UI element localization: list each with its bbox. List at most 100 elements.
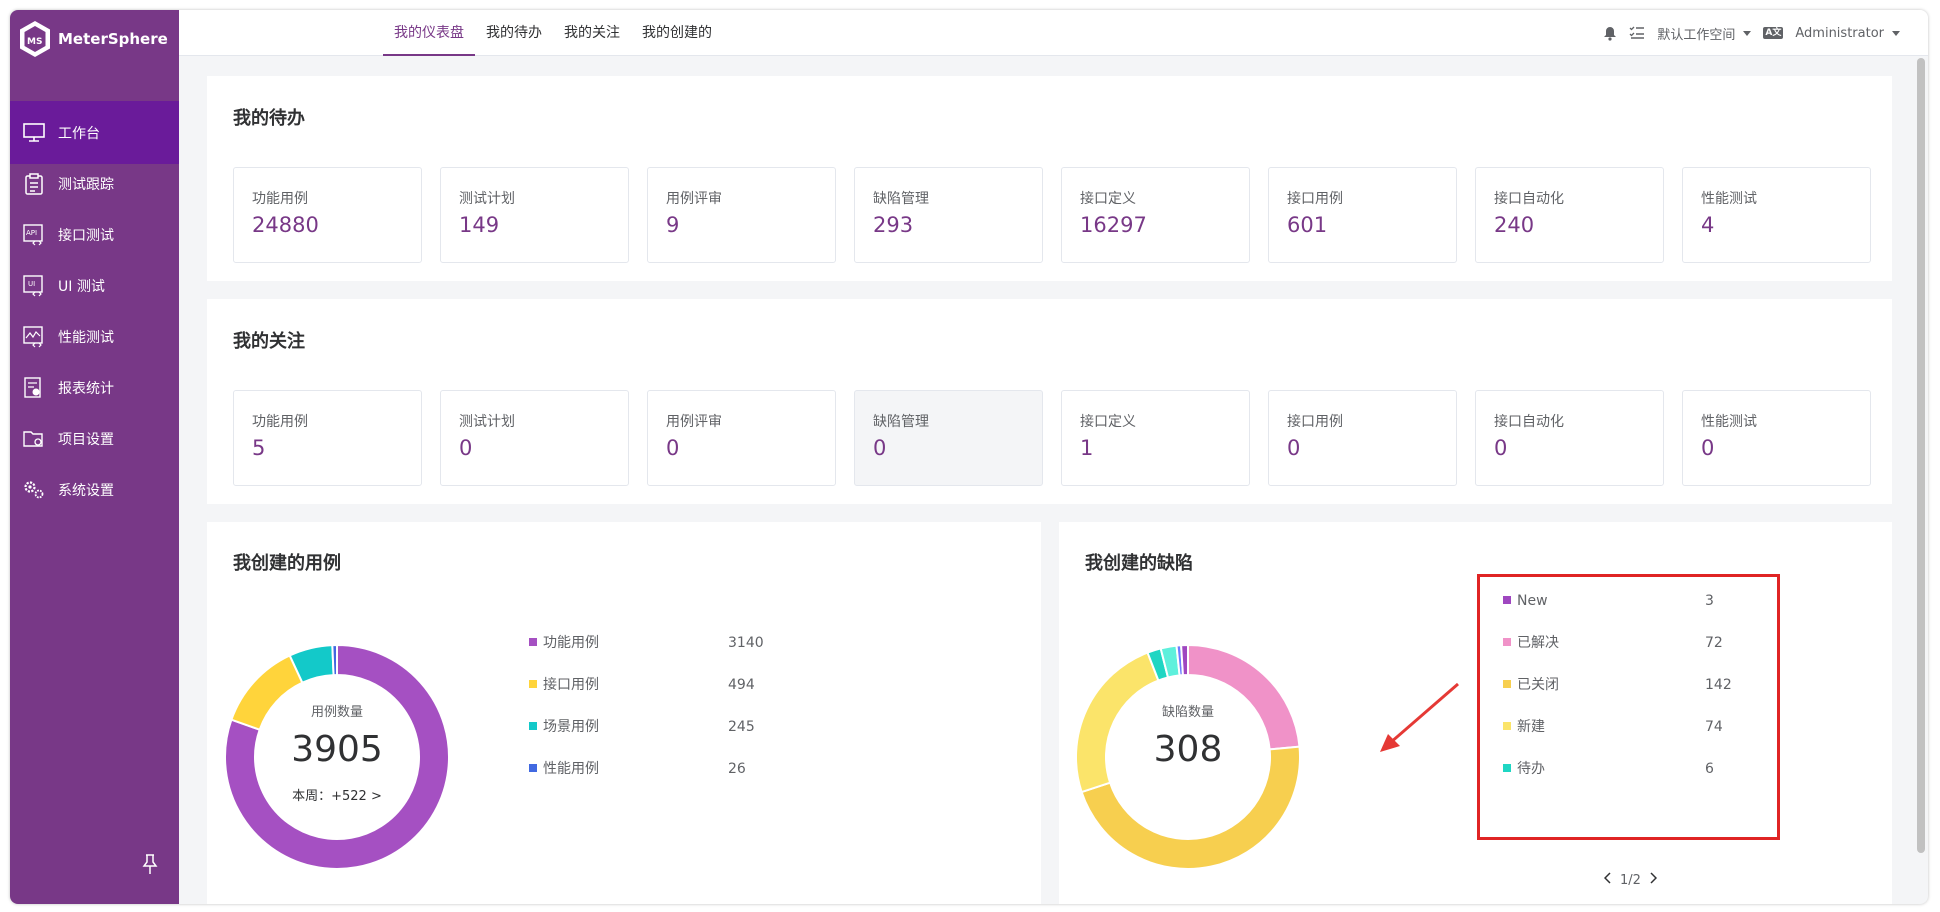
follow-card-list: 功能用例 5 测试计划 0 用例评审 0 缺陷管理 0 接口定义 1 接口用例 0 接口自动化 0 性能测试… <box>233 390 1871 486</box>
stat-card-label: 测试计划 <box>459 191 515 207</box>
stat-card[interactable]: 缺陷管理 293 <box>854 167 1043 263</box>
stat-card-value: 0 <box>873 436 887 460</box>
donut-total-value: 308 <box>1154 729 1223 770</box>
stat-card-value: 0 <box>666 436 680 460</box>
stat-card[interactable]: 性能测试 4 <box>1682 167 1871 263</box>
stat-card[interactable]: 用例评审 9 <box>647 167 836 263</box>
sidebar-item-label: 工作台 <box>58 125 100 142</box>
sidebar-item-label: 性能测试 <box>58 329 114 346</box>
monitor-icon <box>22 121 46 145</box>
stat-card-value: 0 <box>1287 436 1301 460</box>
stat-card[interactable]: 接口用例 0 <box>1268 390 1457 486</box>
legend-value: 3140 <box>728 635 764 651</box>
performance-icon <box>22 325 46 349</box>
pie-slice[interactable] <box>1075 651 1160 794</box>
stat-card[interactable]: 接口自动化 240 <box>1475 167 1664 263</box>
stat-card-label: 缺陷管理 <box>873 191 929 207</box>
donut-center-label: 缺陷数量 <box>1162 705 1214 720</box>
task-list-icon[interactable] <box>1629 26 1645 40</box>
stat-card[interactable]: 缺陷管理 0 <box>854 390 1043 486</box>
stat-card[interactable]: 接口自动化 0 <box>1475 390 1664 486</box>
legend-swatch <box>529 722 537 730</box>
sidebar-item-label: 系统设置 <box>58 482 114 499</box>
highlight-box <box>1477 574 1780 840</box>
tab-my-todo[interactable]: 我的待办 <box>475 10 553 56</box>
todo-title: 我的待办 <box>233 108 305 129</box>
stat-card[interactable]: 测试计划 149 <box>440 167 629 263</box>
stat-card[interactable]: 接口定义 16297 <box>1061 167 1250 263</box>
user-name: Administrator <box>1795 25 1884 41</box>
workspace-name: 默认工作空间 <box>1657 27 1736 43</box>
stat-card-label: 接口用例 <box>1287 414 1343 430</box>
cases-donut-chart: 用例数量 3905 本周：+522 > 功能用例 3140 接口用例 494 场景用例 245 性… <box>224 635 764 870</box>
stat-card[interactable]: 用例评审 0 <box>647 390 836 486</box>
sidebar-item-label: 接口测试 <box>58 227 114 244</box>
legend-label: 场景用例 <box>543 719 599 735</box>
stat-card-label: 接口定义 <box>1080 414 1136 430</box>
stat-card-label: 功能用例 <box>252 414 308 430</box>
legend-swatch <box>529 638 537 646</box>
top-bar: 我的仪表盘 我的待办 我的关注 我的创建的 默认工作空间 A文 Administ… <box>179 10 1928 56</box>
language-switch-icon[interactable]: A文 <box>1763 27 1784 39</box>
annotation-arrow-icon <box>1380 682 1459 752</box>
stat-card-label: 性能测试 <box>1701 414 1757 430</box>
vertical-scrollbar[interactable] <box>1917 58 1925 853</box>
weekly-increase-link: 本周：+522 > <box>292 789 382 804</box>
pie-slice[interactable] <box>230 654 304 731</box>
sidebar-item-label: UI 测试 <box>58 278 105 295</box>
app-logo[interactable]: MS MeterSphere <box>18 16 168 62</box>
stat-card-value: 293 <box>873 213 914 237</box>
dashboard-tabs: 我的仪表盘 我的待办 我的关注 我的创建的 <box>383 10 723 56</box>
stat-card-label: 接口自动化 <box>1494 191 1564 207</box>
stat-card-value: 0 <box>459 436 473 460</box>
ui-icon: UI <box>22 274 46 298</box>
app-window: MS MeterSphere 工作台 测试跟踪 API 接口测试 UI UI 测… <box>10 10 1928 904</box>
stat-card[interactable]: 功能用例 24880 <box>233 167 422 263</box>
tab-my-created[interactable]: 我的创建的 <box>631 10 723 56</box>
stat-card[interactable]: 功能用例 5 <box>233 390 422 486</box>
svg-text:API: API <box>26 229 37 237</box>
pin-icon[interactable] <box>140 853 160 875</box>
stat-card-label: 接口定义 <box>1080 191 1136 207</box>
workspace-selector[interactable]: 默认工作空间 <box>1657 24 1752 43</box>
stat-card-label: 性能测试 <box>1701 191 1757 207</box>
chevron-right-icon[interactable] <box>1649 872 1657 888</box>
stat-card-label: 测试计划 <box>459 414 515 430</box>
chevron-down-icon <box>1892 30 1900 36</box>
user-menu[interactable]: Administrator <box>1795 26 1900 41</box>
pie-slice[interactable] <box>331 643 338 677</box>
legend-pager: 1/2 <box>1603 872 1657 888</box>
metersphere-logo-icon: MS <box>20 21 50 57</box>
app-name: MeterSphere <box>58 30 168 48</box>
tab-my-dashboard[interactable]: 我的仪表盘 <box>383 10 475 56</box>
stat-card[interactable]: 测试计划 0 <box>440 390 629 486</box>
donut-center-label: 用例数量 <box>311 705 363 720</box>
stat-card-label: 用例评审 <box>666 414 722 430</box>
sidebar-item-label: 项目设置 <box>58 431 114 448</box>
chevron-left-icon[interactable] <box>1603 872 1612 888</box>
clipboard-icon <box>22 172 46 196</box>
stat-card-value: 1 <box>1080 436 1094 460</box>
stat-card[interactable]: 接口定义 1 <box>1061 390 1250 486</box>
stat-card-value: 0 <box>1494 436 1508 460</box>
stat-card-label: 接口用例 <box>1287 191 1343 207</box>
tab-my-follow[interactable]: 我的关注 <box>553 10 631 56</box>
stat-card[interactable]: 性能测试 0 <box>1682 390 1871 486</box>
stat-card-label: 接口自动化 <box>1494 414 1564 430</box>
donut-total-value: 3905 <box>291 729 383 770</box>
follow-panel: 我的关注 功能用例 5 测试计划 0 用例评审 0 缺陷管理 0 接口定义 1 接口用例 0 接口自动化… <box>207 299 1892 504</box>
notification-bell-icon[interactable] <box>1603 26 1617 41</box>
sidebar-item-system-settings[interactable]: 系统设置 <box>10 458 179 521</box>
stat-card-label: 缺陷管理 <box>873 414 929 430</box>
top-right-tools: 默认工作空间 A文 Administrator <box>1603 10 1928 56</box>
cases-chart-panel: 我创建的用例 用例数量 3905 本周：+522 > 功能用例 3140 接口用例 494 场… <box>207 522 1041 904</box>
stat-card-value: 240 <box>1494 213 1535 237</box>
stat-card-value: 0 <box>1701 436 1715 460</box>
pie-slice[interactable] <box>1180 643 1189 677</box>
legend-value: 245 <box>728 719 755 735</box>
legend-label: 性能用例 <box>543 761 599 777</box>
legend-swatch <box>529 680 537 688</box>
stat-card-label: 功能用例 <box>252 191 308 207</box>
stat-card[interactable]: 接口用例 601 <box>1268 167 1457 263</box>
follow-title: 我的关注 <box>233 331 305 352</box>
